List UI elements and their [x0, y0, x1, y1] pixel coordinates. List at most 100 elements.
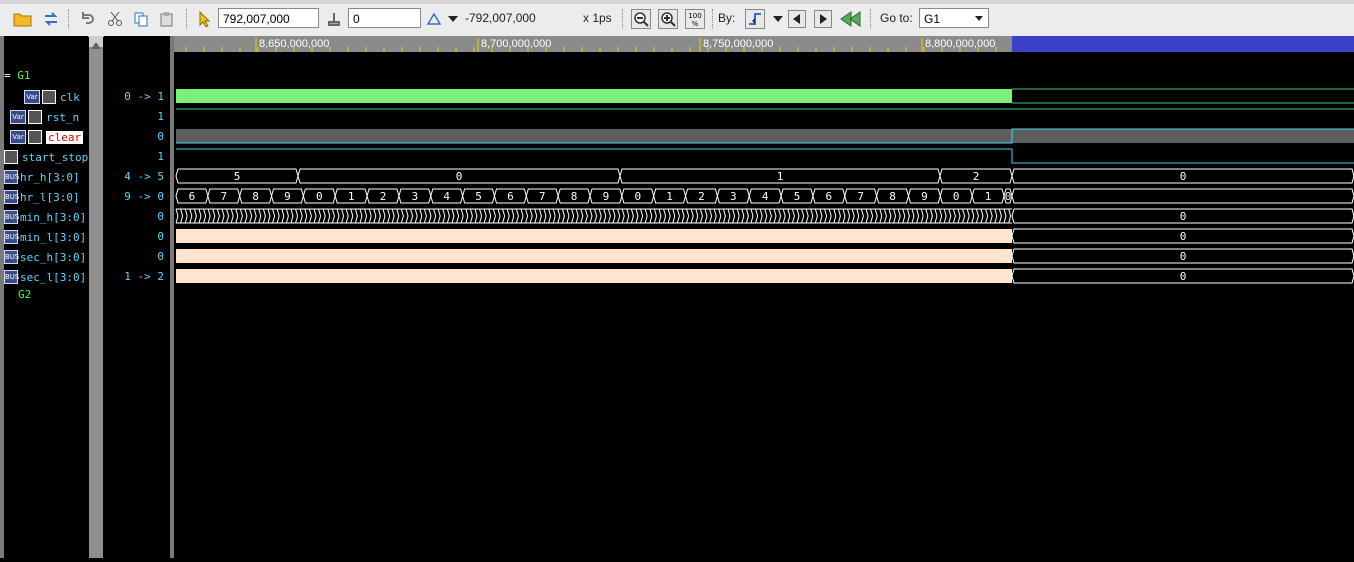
open-folder-button[interactable] [12, 8, 34, 30]
edge-select-button[interactable] [744, 8, 766, 30]
timeline-tick-label: 8,650,000,000 [259, 38, 329, 50]
toolbar-top-strip [0, 0, 1354, 4]
signal-value: 0 [157, 250, 164, 263]
wire-icon [28, 110, 42, 124]
marker-button[interactable] [323, 8, 345, 30]
signal-name: min_h[3:0] [20, 210, 87, 224]
hr-l-wave-label: 4 [443, 190, 450, 203]
waveform-panel[interactable]: 8,650,000,000 8,700,000,000 8,750,000,000 8… [174, 36, 1354, 558]
pointer-button[interactable] [194, 8, 214, 30]
signal-name: min_l[3:0] [20, 230, 87, 244]
hr-l-wave-label: 1 [348, 190, 355, 203]
hr-l-wave-label: 0 [1005, 190, 1012, 203]
hr-l-wave-label: 0 [634, 190, 641, 203]
signal-name: clear [46, 130, 84, 144]
delta-label: -792,007,000 [465, 11, 536, 25]
hr-l-wave-label: 6 [507, 190, 514, 203]
paste-icon [160, 12, 173, 27]
bus-icon: BUS [4, 230, 19, 244]
bus-icon: BUS [4, 190, 19, 204]
scissors-icon [108, 11, 122, 26]
zoom-out-icon [631, 9, 651, 29]
zoom-in-button[interactable] [657, 8, 679, 30]
signal-row-hr_h30[interactable]: BUS hr_h[3:0] [4, 168, 80, 186]
min-h-wave-dense [175, 208, 1012, 224]
signal-row-min_h30[interactable]: BUS min_h[3:0] [4, 208, 86, 226]
toolbar-separator [870, 9, 873, 29]
marker-icon [328, 13, 340, 26]
time-input[interactable]: 792,007,000 [218, 8, 319, 28]
signal-row-start_stop[interactable]: start_stop [4, 148, 88, 166]
hr-l-wave-label: 0 [316, 190, 323, 203]
goto-back-button[interactable] [839, 8, 863, 30]
signal-value: 4 -> 5 [124, 170, 164, 183]
hr-l-wave-label: 7 [220, 190, 227, 203]
signal-name: hr_h[3:0] [20, 170, 80, 184]
hr-l-wave-label: 0 [953, 190, 960, 203]
delta-dropdown-button[interactable] [446, 8, 460, 30]
chevron-down-icon [448, 16, 458, 22]
delta-icon [426, 8, 442, 30]
hr-l-wave-label: 6 [826, 190, 833, 203]
signal-row-clk[interactable]: Var clk [24, 88, 80, 106]
hr-h-wave-label: 0 [1180, 170, 1187, 183]
copy-button[interactable] [130, 8, 152, 30]
hr-l-wave-segment [1011, 188, 1354, 204]
signal-row-sec_h30[interactable]: BUS sec_h[3:0] [4, 248, 86, 266]
hr-l-wave-label: 9 [921, 190, 928, 203]
scroll-up-arrow[interactable] [89, 36, 103, 49]
signal-name: rst_n [46, 110, 80, 124]
goto-select[interactable]: G1 [919, 8, 989, 28]
hr-l-wave-label: 4 [762, 190, 769, 203]
bus-icon: BUS [4, 270, 19, 284]
cut-button[interactable] [104, 8, 126, 30]
start-stop-wave [176, 148, 1354, 164]
signal-row-rst_n[interactable]: Var rst_n [10, 108, 79, 126]
triangle-right-icon [814, 10, 832, 28]
timeline-tick-label: 8,700,000,000 [481, 38, 551, 50]
hr-l-wave-label: 8 [889, 190, 896, 203]
zoom-out-button[interactable] [630, 8, 652, 30]
hr-l-wave-label: 1 [985, 190, 992, 203]
signal-value: 1 [157, 110, 164, 123]
signal-value: 0 [157, 230, 164, 243]
reload-icon [44, 12, 58, 26]
group-g2[interactable]: G2 [18, 288, 31, 301]
signal-row-clear[interactable]: Var clear [10, 128, 84, 146]
svg-text:%: % [692, 20, 699, 28]
min-l-wave-label: 0 [1180, 230, 1187, 243]
signal-row-min_l30[interactable]: BUS min_l[3:0] [4, 228, 86, 246]
copy-icon [134, 12, 148, 27]
signal-names-panel: = G1 G2 Var clk Var rst_n Var clear start_stop… [4, 36, 88, 558]
goto-select-arrow[interactable] [972, 11, 986, 25]
zoom-100-button[interactable]: 100% [684, 8, 706, 30]
signal-name: sec_h[3:0] [20, 250, 87, 264]
by-label: By: [718, 11, 736, 25]
vertical-scrollbar[interactable] [89, 36, 103, 558]
signal-row-hr_l30[interactable]: BUS hr_l[3:0] [4, 188, 80, 206]
signal-value: 0 [157, 210, 164, 223]
rewind-icon [840, 11, 861, 27]
hr-l-wave-label: 5 [475, 190, 482, 203]
hr-l-wave-label: 7 [857, 190, 864, 203]
clear-wave [176, 129, 1354, 143]
undo-button[interactable] [76, 8, 98, 30]
variable-icon: Var [10, 130, 26, 144]
signal-row-sec_l30[interactable]: BUS sec_l[3:0] [4, 268, 86, 286]
group-g1[interactable]: = G1 [4, 69, 31, 82]
edge-dropdown-button[interactable] [771, 8, 785, 30]
hr-l-wave-label: 8 [571, 190, 578, 203]
signal-values-panel: 0 -> 1 1 0 1 4 -> 5 9 -> 0 0 0 0 1 -> 2 [104, 36, 170, 558]
toolbar-separator [622, 9, 625, 29]
signal-name: start_stop [22, 150, 89, 164]
previous-edge-button[interactable] [787, 8, 807, 30]
pointer-icon [199, 11, 211, 27]
svg-text:100: 100 [688, 12, 701, 20]
clk-wave [176, 89, 1012, 103]
hr-l-wave-label: 5 [794, 190, 801, 203]
next-edge-button[interactable] [813, 8, 833, 30]
zoom-100-icon: 100% [685, 9, 705, 29]
paste-button[interactable] [156, 8, 178, 30]
reload-button[interactable] [40, 8, 62, 30]
offset-input[interactable]: 0 [348, 8, 421, 28]
